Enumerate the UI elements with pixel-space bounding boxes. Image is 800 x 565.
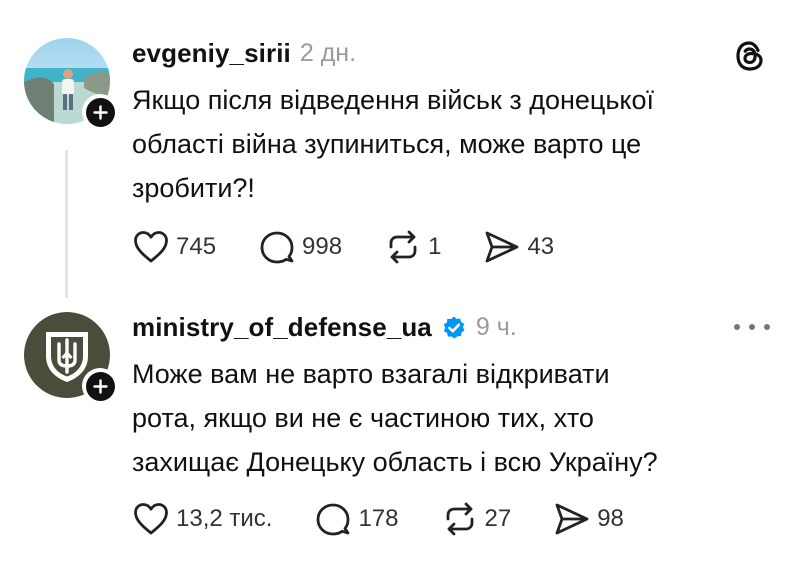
post-1-header: evgeniy_sirii 2 дн. (132, 38, 356, 69)
repost-icon (389, 230, 417, 264)
like-button[interactable]: 745 (132, 229, 216, 265)
post-1-action-bar: 745 998 1 43 (132, 229, 596, 265)
heart-icon (134, 503, 168, 535)
repost-count: 27 (484, 505, 512, 532)
share-count: 43 (527, 233, 555, 260)
comment-button[interactable]: 998 (258, 229, 342, 265)
post-1-avatar-container[interactable] (24, 38, 118, 130)
thread-connector-line (65, 150, 68, 298)
heart-icon (134, 231, 168, 263)
username[interactable]: ministry_of_defense_ua (132, 312, 432, 343)
comment-count: 998 (302, 233, 343, 260)
username[interactable]: evgeniy_sirii (132, 38, 291, 69)
plus-icon (85, 97, 115, 127)
post-2-header: ministry_of_defense_ua 9 ч. (132, 312, 517, 343)
more-options-icon[interactable] (734, 321, 770, 333)
post-text: Якщо після відведення військ з донецької… (132, 85, 655, 203)
verified-badge-icon (441, 315, 467, 341)
timestamp: 2 дн. (299, 39, 357, 67)
comment-button[interactable]: 178 (314, 501, 399, 537)
share-button[interactable]: 98 (553, 501, 624, 537)
plus-icon (85, 371, 115, 401)
repost-button[interactable]: 27 (441, 501, 512, 537)
share-count: 98 (597, 505, 624, 532)
post-2-action-bar: 13,2 тис. 178 27 98 (132, 501, 666, 537)
comment-icon (260, 231, 294, 264)
post-text: Може вам не варто взагалі відкривати рот… (132, 359, 658, 477)
follow-button[interactable] (82, 94, 118, 130)
comment-icon (317, 503, 350, 536)
like-count: 745 (176, 233, 217, 260)
post-2-avatar-container[interactable] (24, 312, 118, 404)
repost-button[interactable]: 1 (384, 229, 441, 265)
like-button[interactable]: 13,2 тис. (132, 501, 272, 537)
repost-icon (446, 502, 473, 536)
follow-button[interactable] (82, 368, 118, 404)
comment-count: 178 (358, 505, 399, 532)
send-icon (486, 231, 519, 263)
share-button[interactable]: 43 (483, 229, 554, 265)
timestamp: 9 ч. (475, 313, 517, 341)
repost-count: 1 (428, 233, 442, 260)
threads-logo-icon[interactable] (732, 38, 768, 74)
send-icon (555, 503, 589, 535)
like-count: 13,2 тис. (176, 505, 273, 532)
